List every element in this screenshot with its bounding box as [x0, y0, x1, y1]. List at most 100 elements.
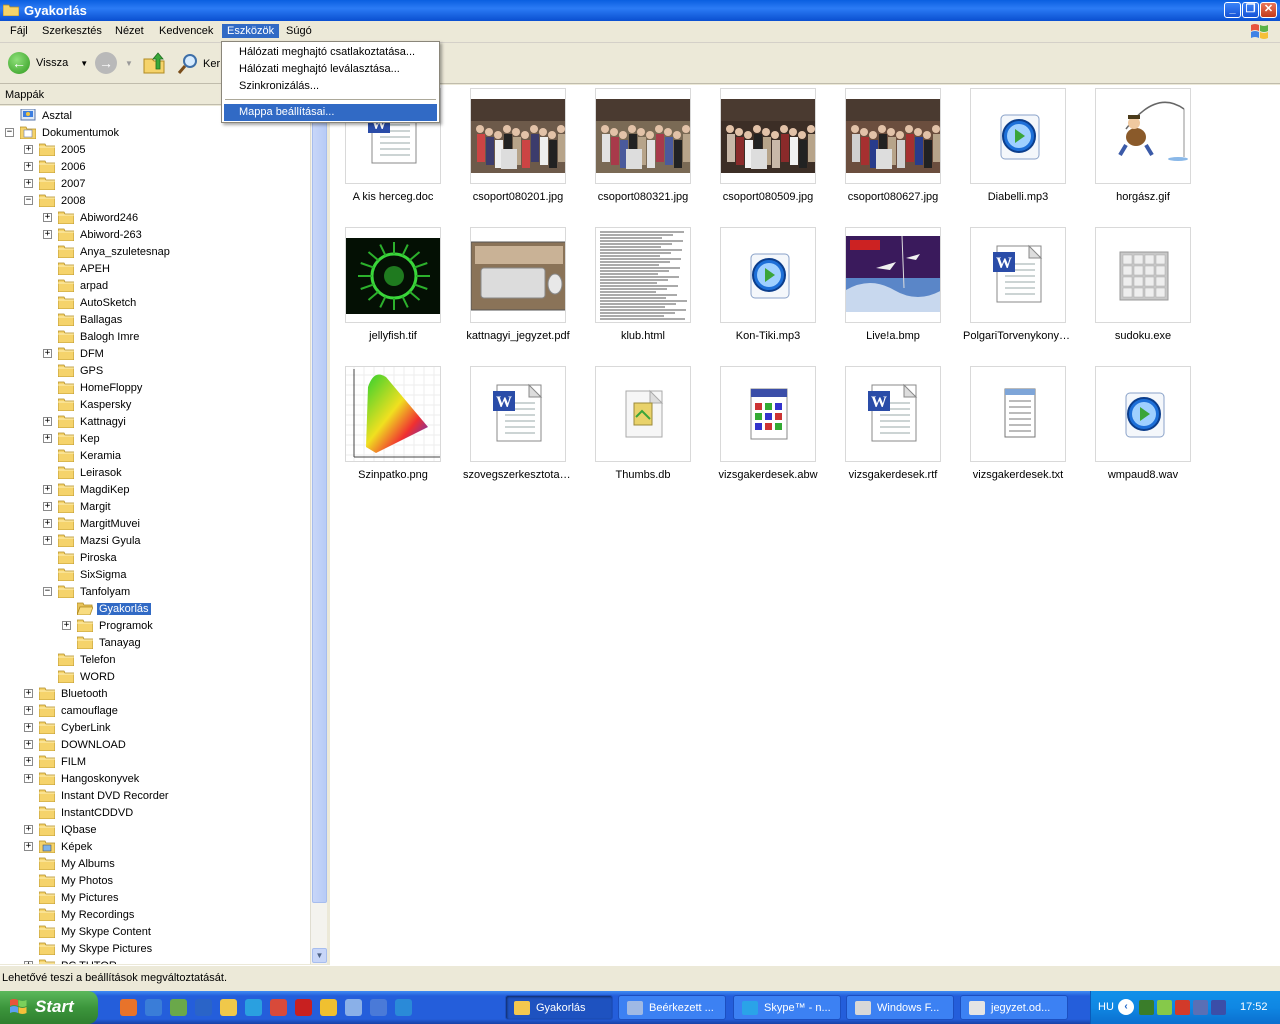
tree-item[interactable]: My Recordings	[24, 906, 136, 923]
file-item[interactable]: sudoku.exe	[1088, 227, 1198, 357]
taskbar-button[interactable]: Skype™ - n...	[733, 995, 841, 1020]
tree-item[interactable]: My Skype Pictures	[24, 940, 154, 957]
tree-item[interactable]: +2005	[24, 141, 87, 158]
file-item[interactable]: horgász.gif	[1088, 88, 1198, 218]
file-thumbnail[interactable]	[720, 88, 816, 184]
file-item[interactable]: Wszovegszerkesztotanf...	[463, 366, 573, 496]
file-thumbnail[interactable]	[470, 88, 566, 184]
file-thumbnail[interactable]	[845, 227, 941, 323]
tree-item[interactable]: + Hangoskonyvek	[24, 770, 141, 787]
expand-icon[interactable]: +	[24, 179, 33, 188]
file-thumbnail[interactable]	[1095, 366, 1191, 462]
file-name[interactable]: jellyfish.tif	[338, 330, 448, 342]
file-item[interactable]: Live!a.bmp	[838, 227, 948, 357]
tree-item[interactable]: + Programok	[62, 617, 155, 634]
expand-icon[interactable]: +	[24, 706, 33, 715]
expand-icon[interactable]: +	[24, 145, 33, 154]
file-name[interactable]: szovegszerkesztotanf...	[463, 469, 573, 481]
antivirus-icon[interactable]	[1157, 1000, 1172, 1015]
tree-item[interactable]: Tanayag	[62, 634, 143, 651]
tree-item[interactable]: + Abiword-263	[43, 226, 144, 243]
expand-icon[interactable]: +	[24, 825, 33, 834]
tree-item[interactable]: + Kep	[43, 430, 102, 447]
tree-item[interactable]: + DFM	[43, 345, 106, 362]
file-item[interactable]: csoport080321.jpg	[588, 88, 698, 218]
collapse-icon[interactable]: −	[24, 196, 33, 205]
taskbar-button[interactable]: Windows F...	[846, 995, 954, 1020]
back-button[interactable]: ← Vissza ▼	[8, 52, 88, 74]
expand-icon[interactable]: +	[43, 230, 52, 239]
search-button[interactable]: Ker	[176, 52, 220, 76]
file-thumbnail[interactable]	[970, 366, 1066, 462]
tree-item[interactable]: Asztal	[5, 107, 74, 124]
start-button[interactable]: Start	[0, 991, 98, 1024]
file-item[interactable]: vizsgakerdesek.abw	[713, 366, 823, 496]
file-list-view[interactable]: W A kis herceg.doc csoport080201.jpg csopor…	[330, 85, 1280, 965]
expand-icon[interactable]: +	[24, 961, 33, 964]
menu-item-synchronize[interactable]: Szinkronizálás...	[224, 78, 437, 95]
file-item[interactable]: kattnagyi_jegyzet.pdf	[463, 227, 573, 357]
expand-icon[interactable]: +	[43, 417, 52, 426]
file-thumbnail[interactable]	[345, 366, 441, 462]
menu-item-map-network-drive[interactable]: Hálózati meghajtó csatlakoztatása...	[224, 44, 437, 61]
taskbar-button[interactable]: Gyakorlás	[505, 995, 613, 1020]
search-icon[interactable]	[245, 999, 262, 1016]
tree-item[interactable]: Piroska	[43, 549, 119, 566]
expand-icon[interactable]: +	[43, 213, 52, 222]
forward-dropdown-icon[interactable]: ▼	[125, 59, 133, 68]
file-thumbnail[interactable]	[720, 227, 816, 323]
internet-icon[interactable]	[145, 999, 162, 1016]
menu-tools[interactable]: Eszközök	[222, 24, 280, 38]
tree-item[interactable]: + Bluetooth	[24, 685, 109, 702]
file-thumbnail[interactable]	[345, 227, 441, 323]
file-item[interactable]: csoport080201.jpg	[463, 88, 573, 218]
scroll-down-icon[interactable]: ▼	[312, 948, 327, 963]
tree-item[interactable]: + MagdiKep	[43, 481, 132, 498]
tree-item[interactable]: My Pictures	[24, 889, 120, 906]
tree-item[interactable]: + DOWNLOAD	[24, 736, 128, 753]
scrollbar-thumb[interactable]	[312, 108, 327, 903]
tree-item[interactable]: WORD	[43, 668, 117, 685]
display-icon[interactable]	[1193, 1000, 1208, 1015]
menu-edit[interactable]: Szerkesztés	[37, 24, 107, 38]
tree-item[interactable]: HomeFloppy	[43, 379, 144, 396]
file-name[interactable]: csoport080627.jpg	[838, 191, 948, 203]
file-name[interactable]: vizsgakerdesek.abw	[713, 469, 823, 481]
expand-icon[interactable]: +	[24, 162, 33, 171]
file-thumbnail[interactable]	[970, 88, 1066, 184]
file-name[interactable]: Szinpatko.png	[338, 469, 448, 481]
tree-item[interactable]: + IQbase	[24, 821, 98, 838]
language-indicator[interactable]: HU	[1098, 1001, 1114, 1013]
file-item[interactable]: Diabelli.mp3	[963, 88, 1073, 218]
menu-file[interactable]: Fájl	[5, 24, 33, 38]
tree-item[interactable]: + Margit	[43, 498, 113, 515]
file-item[interactable]: W PolgariTorvenykonyv.rtf	[963, 227, 1073, 357]
file-thumbnail[interactable]	[595, 88, 691, 184]
expand-icon[interactable]: +	[43, 536, 52, 545]
firefox-icon[interactable]	[120, 999, 137, 1016]
tree-item[interactable]: + MargitMuvei	[43, 515, 142, 532]
tree-item[interactable]: + FILM	[24, 753, 88, 770]
file-thumbnail[interactable]: W	[845, 366, 941, 462]
file-thumbnail[interactable]	[595, 227, 691, 323]
file-name[interactable]: Kon-Tiki.mp3	[713, 330, 823, 342]
tree-scrollbar[interactable]: ▼	[310, 106, 327, 964]
file-name[interactable]: vizsgakerdesek.rtf	[838, 469, 948, 481]
file-thumbnail[interactable]	[845, 88, 941, 184]
menu-favorites[interactable]: Kedvencek	[154, 24, 218, 38]
ie-icon[interactable]	[395, 999, 412, 1016]
file-thumbnail[interactable]	[470, 227, 566, 323]
tree-item[interactable]: Leirasok	[43, 464, 124, 481]
tree-item[interactable]: SixSigma	[43, 566, 128, 583]
up-folder-icon[interactable]	[142, 51, 166, 75]
collapse-icon[interactable]: −	[43, 587, 52, 596]
file-item[interactable]: csoport080509.jpg	[713, 88, 823, 218]
expand-icon[interactable]: +	[43, 349, 52, 358]
tree-item[interactable]: + PC TUTOR	[24, 957, 119, 964]
tree-item[interactable]: +2006	[24, 158, 87, 175]
restore-button[interactable]: ❐	[1242, 2, 1259, 18]
tray-expand-icon[interactable]: ‹	[1118, 999, 1134, 1015]
tree-item[interactable]: Kaspersky	[43, 396, 133, 413]
tree-item[interactable]: − Dokumentumok	[5, 124, 121, 141]
file-name[interactable]: csoport080509.jpg	[713, 191, 823, 203]
